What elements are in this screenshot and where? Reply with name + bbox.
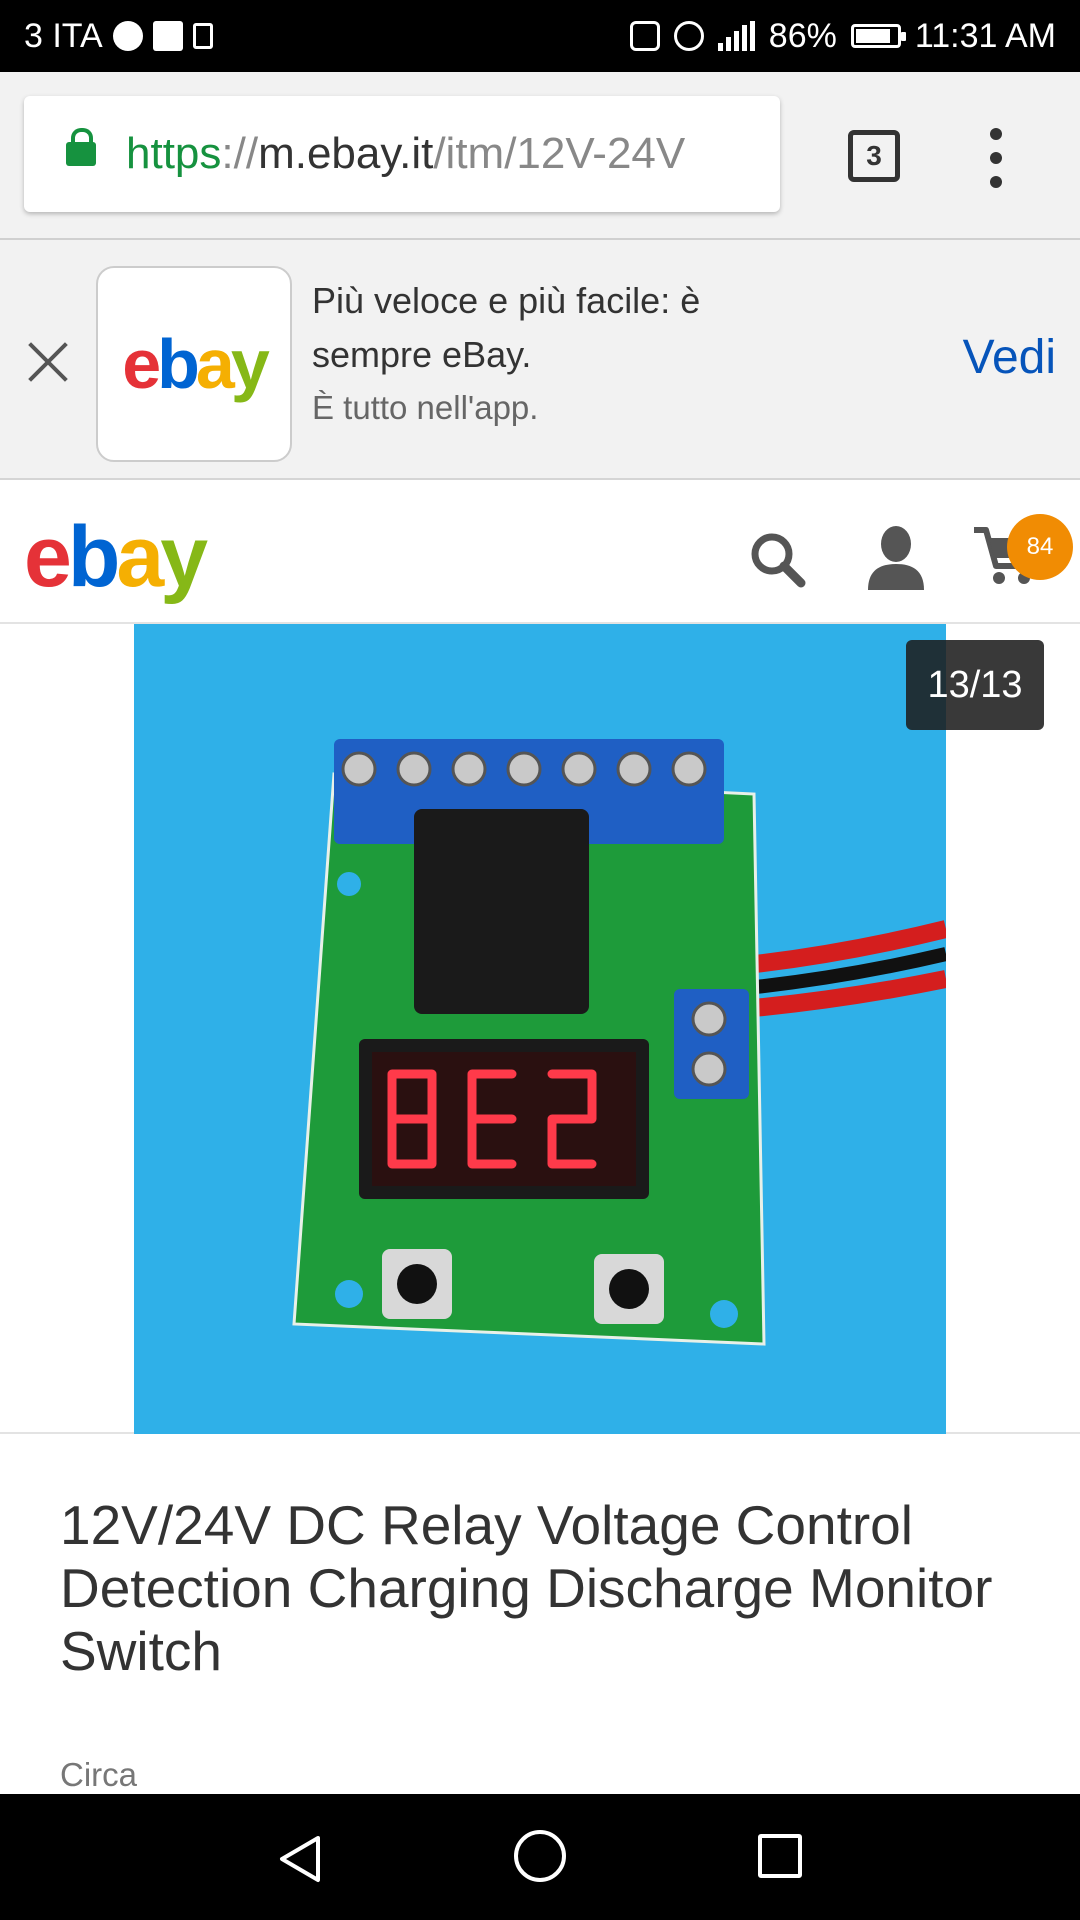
url-scheme: https: [126, 129, 222, 178]
status-bar: 3 ITA 86% 11:31 AM: [0, 0, 1080, 72]
navigation-icon: [112, 21, 143, 51]
upload-icon: [192, 23, 213, 49]
cart-count-badge[interactable]: 84: [1007, 514, 1073, 580]
image-counter: 13/13: [906, 640, 1044, 730]
lock-icon: [66, 128, 96, 166]
tab-count: 3: [866, 140, 882, 171]
url-separator: ://: [221, 129, 259, 178]
carrier-label: 3 ITA: [24, 16, 103, 55]
image-gallery[interactable]: 13/13: [0, 624, 1080, 1434]
product-image[interactable]: [134, 624, 946, 1434]
ebay-app-logo: ebay: [122, 325, 270, 403]
app-logo[interactable]: ebay: [96, 266, 292, 462]
view-app-button[interactable]: Vedi: [963, 330, 1056, 385]
product-title: 12V/24V DC Relay Voltage Control Detecti…: [60, 1494, 993, 1682]
url-bar[interactable]: https://m.ebay.it/itm/12V-24V: [24, 96, 780, 212]
home-icon[interactable]: [514, 1830, 566, 1882]
menu-dot-icon: [990, 128, 1002, 140]
status-left: 3 ITA: [24, 0, 213, 72]
battery-percent: 86%: [768, 16, 837, 55]
search-icon[interactable]: [748, 530, 806, 588]
account-icon[interactable]: [864, 524, 928, 590]
battery-icon: [850, 24, 906, 48]
clock: 11:31 AM: [914, 16, 1056, 55]
banner-text: Più veloce e più facile: è sempre eBay. …: [312, 274, 772, 434]
ebay-logo[interactable]: ebay: [24, 508, 208, 607]
banner-subtext: È tutto nell'app.: [312, 389, 539, 426]
circa-label: Circa: [60, 1756, 138, 1793]
android-nav-bar: [0, 1794, 1080, 1920]
tab-switcher-button[interactable]: 3: [848, 130, 900, 182]
site-header: ebay 84: [0, 480, 1080, 624]
url-text[interactable]: https://m.ebay.it/itm/12V-24V: [126, 129, 766, 179]
signal-icon: [717, 21, 755, 51]
url-path: /itm/12V-24V: [433, 129, 686, 178]
close-icon[interactable]: [26, 340, 70, 384]
alarm-icon: [673, 21, 704, 51]
status-right: 86% 11:31 AM: [629, 0, 1056, 72]
recent-apps-icon[interactable]: [758, 1834, 802, 1878]
back-icon[interactable]: [276, 1834, 326, 1884]
app-install-banner: ebay Più veloce e più facile: è sempre e…: [0, 240, 1080, 480]
gmail-icon: [152, 21, 183, 51]
menu-dot-icon: [990, 176, 1002, 188]
nfc-icon: [629, 21, 660, 51]
browser-toolbar: https://m.ebay.it/itm/12V-24V 3: [0, 72, 1080, 240]
menu-dot-icon: [990, 152, 1002, 164]
banner-headline: Più veloce e più facile: è sempre eBay.: [312, 280, 701, 375]
relay-board-illustration: [292, 739, 946, 1346]
url-host: m.ebay.it: [258, 129, 434, 178]
browser-menu-button[interactable]: [988, 128, 1004, 188]
